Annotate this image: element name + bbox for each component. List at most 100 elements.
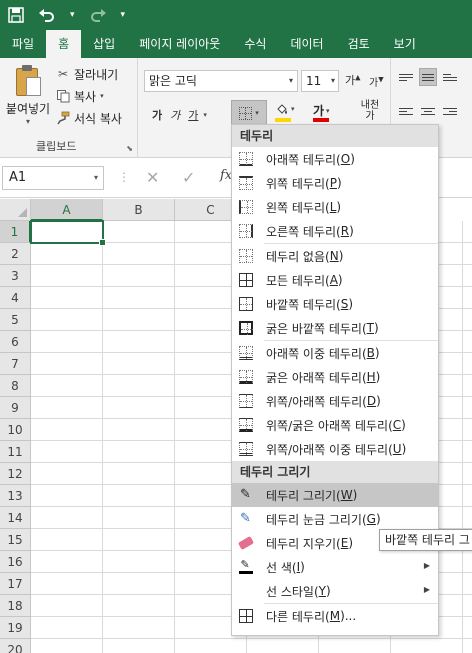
menu-item-line-color[interactable]: ✎ 선 색(I) ▶ (232, 555, 438, 579)
row-header[interactable]: 19 (0, 617, 31, 639)
row-header[interactable]: 17 (0, 573, 31, 595)
name-box-value: A1 (9, 170, 27, 185)
align-bottom-icon[interactable] (441, 68, 459, 86)
row-header[interactable]: 9 (0, 397, 31, 419)
font-color-swatch (313, 118, 329, 122)
underline-dropdown-icon[interactable]: ▾ (203, 111, 207, 119)
paste-dropdown-icon[interactable]: ▾ (4, 117, 52, 126)
draw-border-icon: ✎ (240, 487, 251, 502)
left-border-icon (238, 199, 253, 214)
menu-item-thick-bottom-border[interactable]: 굵은 아래쪽 테두리(H) (232, 365, 438, 389)
grow-font-button[interactable]: 가▲ (345, 72, 361, 88)
row-header[interactable]: 6 (0, 331, 31, 353)
menu-item-left-border[interactable]: 왼쪽 테두리(L) (232, 195, 438, 219)
row-header[interactable]: 4 (0, 287, 31, 309)
menu-item-draw-border[interactable]: ✎ 테두리 그리기(W) (232, 483, 438, 507)
menu-item-top-thick-bottom-border[interactable]: 위쪽/굵은 아래쪽 테두리(C) (232, 413, 438, 437)
row-header[interactable]: 2 (0, 243, 31, 265)
undo-icon[interactable] (38, 7, 56, 23)
align-middle-icon[interactable] (419, 68, 437, 86)
submenu-arrow-icon: ▶ (423, 561, 430, 570)
font-size-select[interactable]: 11 ▾ (301, 70, 339, 92)
tab-file[interactable]: 파일 (0, 30, 46, 58)
menu-item-top-bottom-border[interactable]: 위쪽/아래쪽 테두리(D) (232, 389, 438, 413)
tab-view[interactable]: 보기 (382, 30, 428, 58)
active-cell[interactable] (30, 220, 106, 246)
top-double-bottom-border-icon (238, 441, 253, 456)
save-icon[interactable] (8, 7, 24, 23)
row-headers: 1 2 3 4 5 6 7 8 9 10 11 12 13 14 15 16 1… (0, 221, 31, 653)
row-header[interactable]: 3 (0, 265, 31, 287)
tab-page-layout[interactable]: 페이지 레이아웃 (127, 30, 232, 58)
row-header[interactable]: 13 (0, 485, 31, 507)
format-painter-button[interactable]: 서식 복사 (56, 108, 122, 128)
underline-button[interactable]: 가 (185, 107, 201, 123)
copy-button[interactable]: 복사 ▾ (56, 86, 104, 106)
clipboard-launcher-icon[interactable]: ⬊ (126, 144, 133, 153)
menu-item-more-borders[interactable]: 다른 테두리(M)... (232, 604, 438, 628)
row-header[interactable]: 20 (0, 639, 31, 653)
menu-item-bottom-border[interactable]: 아래쪽 테두리(O) (232, 147, 438, 171)
tab-home[interactable]: 홈 (46, 30, 82, 58)
align-left-icon[interactable] (397, 102, 415, 120)
font-color-dropdown-icon[interactable]: ▾ (326, 107, 330, 115)
row-header[interactable]: 14 (0, 507, 31, 529)
border-button[interactable]: ▾ (231, 100, 267, 126)
right-border-icon (238, 223, 253, 238)
row-header[interactable]: 10 (0, 419, 31, 441)
menu-item-bottom-double-border[interactable]: 아래쪽 이중 테두리(B) (232, 341, 438, 365)
phonetic-button[interactable]: 내천 가 (357, 100, 383, 122)
chevron-down-icon: ▾ (93, 173, 98, 182)
fill-color-button[interactable]: ▾ (275, 102, 295, 122)
tab-review[interactable]: 검토 (336, 30, 382, 58)
row-header[interactable]: 7 (0, 353, 31, 375)
cancel-icon[interactable]: ✕ (146, 168, 159, 187)
formula-bar-splitter[interactable]: ⋮ (118, 170, 130, 184)
fill-color-dropdown-icon[interactable]: ▾ (291, 105, 295, 113)
row-header[interactable]: 11 (0, 441, 31, 463)
menu-item-top-border[interactable]: 위쪽 테두리(P) (232, 171, 438, 195)
undo-dropdown-icon[interactable]: ▾ (70, 10, 75, 20)
shrink-font-button[interactable]: 가▼ (369, 74, 384, 89)
column-header[interactable]: A (31, 199, 103, 221)
align-right-icon[interactable] (441, 102, 459, 120)
tab-formulas[interactable]: 수식 (232, 30, 278, 58)
row-header[interactable]: 12 (0, 463, 31, 485)
menu-item-right-border[interactable]: 오른쪽 테두리(R) (232, 219, 438, 243)
customize-qat-icon[interactable]: ▾ (121, 10, 126, 20)
scissors-icon: ✂ (57, 67, 69, 81)
row-header[interactable]: 15 (0, 529, 31, 551)
bold-button[interactable]: 가 (149, 107, 165, 123)
menu-item-thick-outside-borders[interactable]: 굵은 바깥쪽 테두리(T) (232, 316, 438, 340)
menu-item-no-border[interactable]: 테두리 없음(N) (232, 244, 438, 268)
enter-icon[interactable]: ✓ (182, 168, 195, 187)
row-header[interactable]: 1 (0, 221, 31, 243)
select-all-button[interactable] (0, 199, 31, 221)
row-header[interactable]: 8 (0, 375, 31, 397)
format-painter-icon (56, 111, 70, 125)
row-header[interactable]: 18 (0, 595, 31, 617)
chevron-down-icon: ▾ (330, 76, 335, 85)
column-header[interactable]: B (103, 199, 175, 221)
row-header[interactable]: 16 (0, 551, 31, 573)
cut-button[interactable]: ✂ 잘라내기 (56, 64, 118, 84)
name-box[interactable]: A1 ▾ (2, 166, 104, 190)
menu-item-outside-borders[interactable]: 바깥쪽 테두리(S) (232, 292, 438, 316)
menu-item-all-borders[interactable]: 모든 테두리(A) (232, 268, 438, 292)
chevron-down-icon: ▾ (288, 76, 293, 85)
redo-icon[interactable] (89, 7, 107, 23)
tab-data[interactable]: 데이터 (278, 30, 335, 58)
menu-item-top-double-bottom-border[interactable]: 위쪽/아래쪽 이중 테두리(U) (232, 437, 438, 461)
align-center-icon[interactable] (419, 102, 437, 120)
tab-insert[interactable]: 삽입 (81, 30, 127, 58)
font-name-select[interactable]: 맑은 고딕 ▾ (144, 70, 298, 92)
font-color-button[interactable]: 가 ▾ (313, 102, 330, 122)
format-painter-label: 서식 복사 (74, 111, 122, 126)
menu-item-draw-border-grid[interactable]: ✎ 테두리 눈금 그리기(G) (232, 507, 438, 531)
align-top-icon[interactable] (397, 68, 415, 86)
paste-button[interactable]: 붙여넣기 ▾ (4, 64, 52, 126)
italic-button[interactable]: 가 (167, 107, 183, 123)
row-header[interactable]: 5 (0, 309, 31, 331)
copy-dropdown-icon[interactable]: ▾ (100, 92, 104, 100)
menu-item-line-style[interactable]: 선 스타일(Y) ▶ (232, 579, 438, 603)
